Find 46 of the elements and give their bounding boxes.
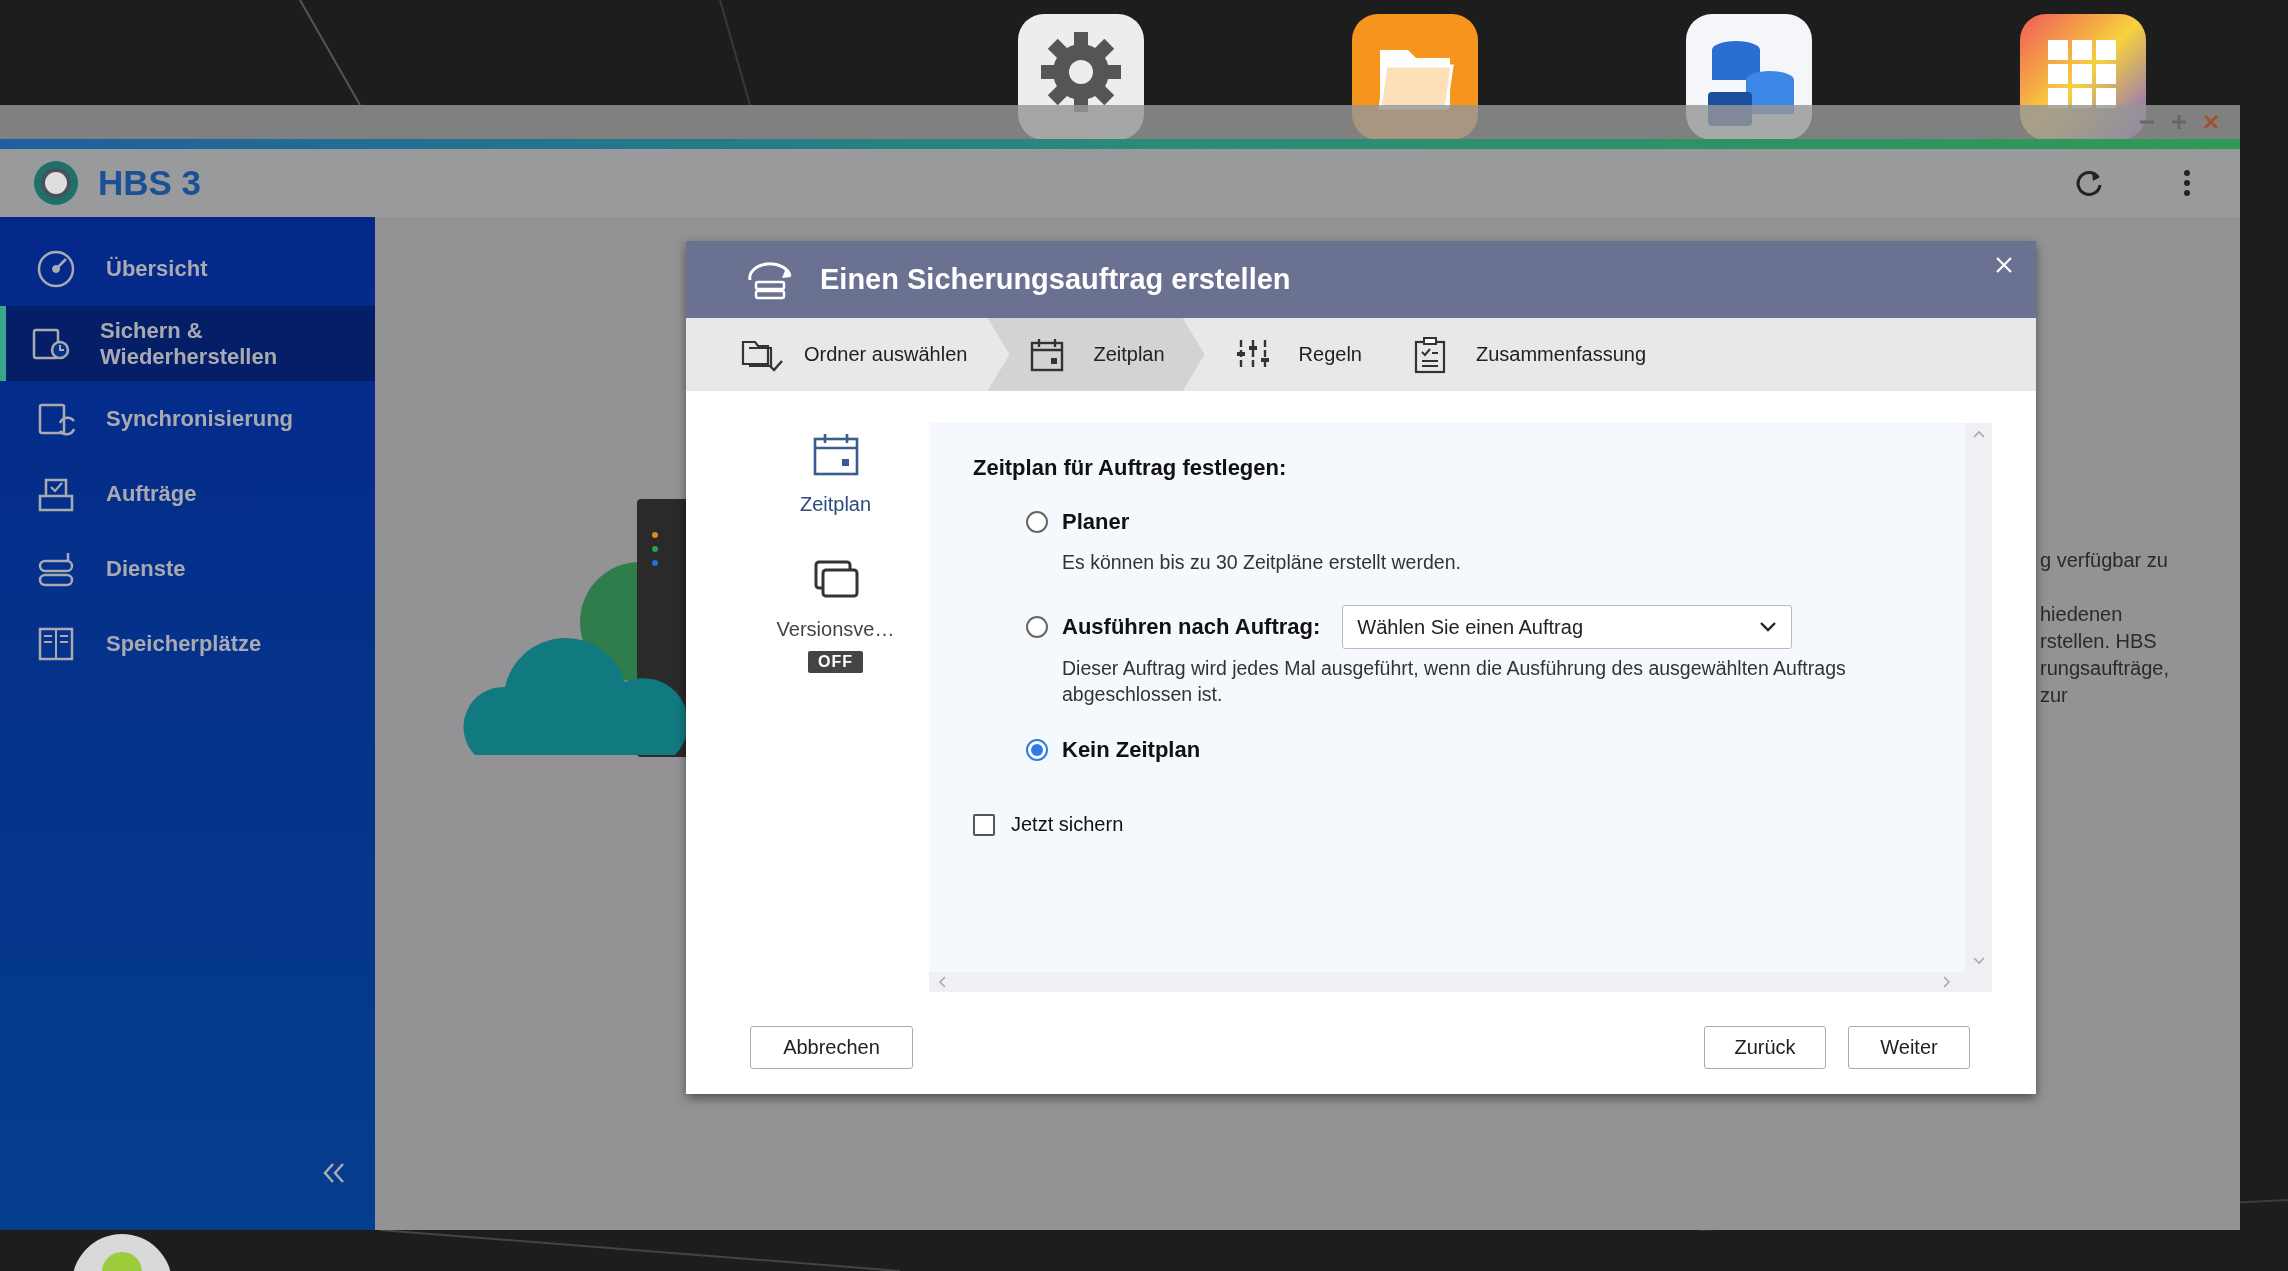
horizontal-scrollbar[interactable] bbox=[929, 972, 1992, 992]
option-description: Es können bis zu 30 Zeitpläne erstellt werden. bbox=[1062, 550, 1462, 575]
sidebar-item[interactable]: Sichern & Wiederherstellen bbox=[0, 306, 375, 381]
description-text: hiedenen bbox=[2040, 602, 2124, 627]
chevron-left-icon bbox=[937, 975, 947, 989]
wizard-step[interactable]: Zusammenfassung bbox=[1382, 318, 1667, 391]
sidebar-item[interactable]: Dienste bbox=[0, 531, 375, 606]
radio-button[interactable] bbox=[1026, 616, 1048, 638]
description-text: zur bbox=[2040, 683, 2069, 708]
sidebar-item[interactable]: Aufträge bbox=[0, 456, 375, 531]
side-tab[interactable]: Zeitplan bbox=[799, 431, 872, 516]
chevron-up-icon bbox=[1971, 429, 1986, 439]
side-tab[interactable]: Versionsve… bbox=[776, 556, 895, 641]
chevron-right-icon bbox=[1942, 975, 1952, 989]
description-text: rstellen. HBS bbox=[2040, 629, 2158, 654]
back-button[interactable]: Zurück bbox=[1704, 1026, 1826, 1069]
status-badge: OFF bbox=[808, 651, 863, 673]
radio-button[interactable] bbox=[1026, 739, 1048, 761]
option-description: Dieser Auftrag wird jedes Mal ausgeführt, wenn die Ausführung des ausgewählten Auftrags abgeschlossen ist. bbox=[1062, 656, 1847, 707]
close-icon bbox=[1994, 255, 2014, 275]
refresh-icon[interactable] bbox=[2074, 168, 2104, 198]
radio-label: Planer bbox=[1062, 509, 1130, 535]
description-text: rungsaufträge, bbox=[2040, 656, 2169, 681]
chevron-down-icon bbox=[1971, 956, 1986, 966]
radio-button[interactable] bbox=[1026, 511, 1048, 533]
sidebar-item[interactable]: Speicherplätze bbox=[0, 606, 375, 681]
wizard-step[interactable]: Ordner auswählen bbox=[686, 318, 988, 391]
section-heading: Zeitplan für Auftrag festlegen: bbox=[973, 455, 1288, 481]
calendar-icon bbox=[811, 431, 860, 477]
wizard-step[interactable]: Regeln bbox=[1204, 318, 1382, 391]
checkbox-label: Jetzt sichern bbox=[1011, 813, 1124, 836]
dialog-title: Einen Sicherungsauftrag erstellen bbox=[820, 263, 1291, 296]
radio-label: Kein Zeitplan bbox=[1062, 737, 1201, 763]
next-button[interactable]: Weiter bbox=[1848, 1026, 1970, 1069]
cancel-button[interactable]: Abbrechen bbox=[750, 1026, 913, 1069]
wizard-step[interactable]: Zeitplan bbox=[987, 318, 1205, 391]
checkbox[interactable] bbox=[973, 813, 995, 836]
sidebar-item[interactable]: Synchronisierung bbox=[0, 381, 375, 456]
chevron-down-icon bbox=[1759, 621, 1778, 633]
vertical-scrollbar[interactable] bbox=[1965, 423, 1992, 972]
window-title: HBS 3 bbox=[98, 163, 203, 203]
app-logo bbox=[32, 159, 80, 207]
job-dropdown[interactable]: Wählen Sie einen Auftrag bbox=[1342, 605, 1793, 649]
description-text: g verfügbar zu bbox=[2040, 548, 2169, 573]
radio-label: Ausführen nach Auftrag: bbox=[1062, 614, 1321, 640]
sidebar-item[interactable]: Übersicht bbox=[0, 231, 375, 306]
